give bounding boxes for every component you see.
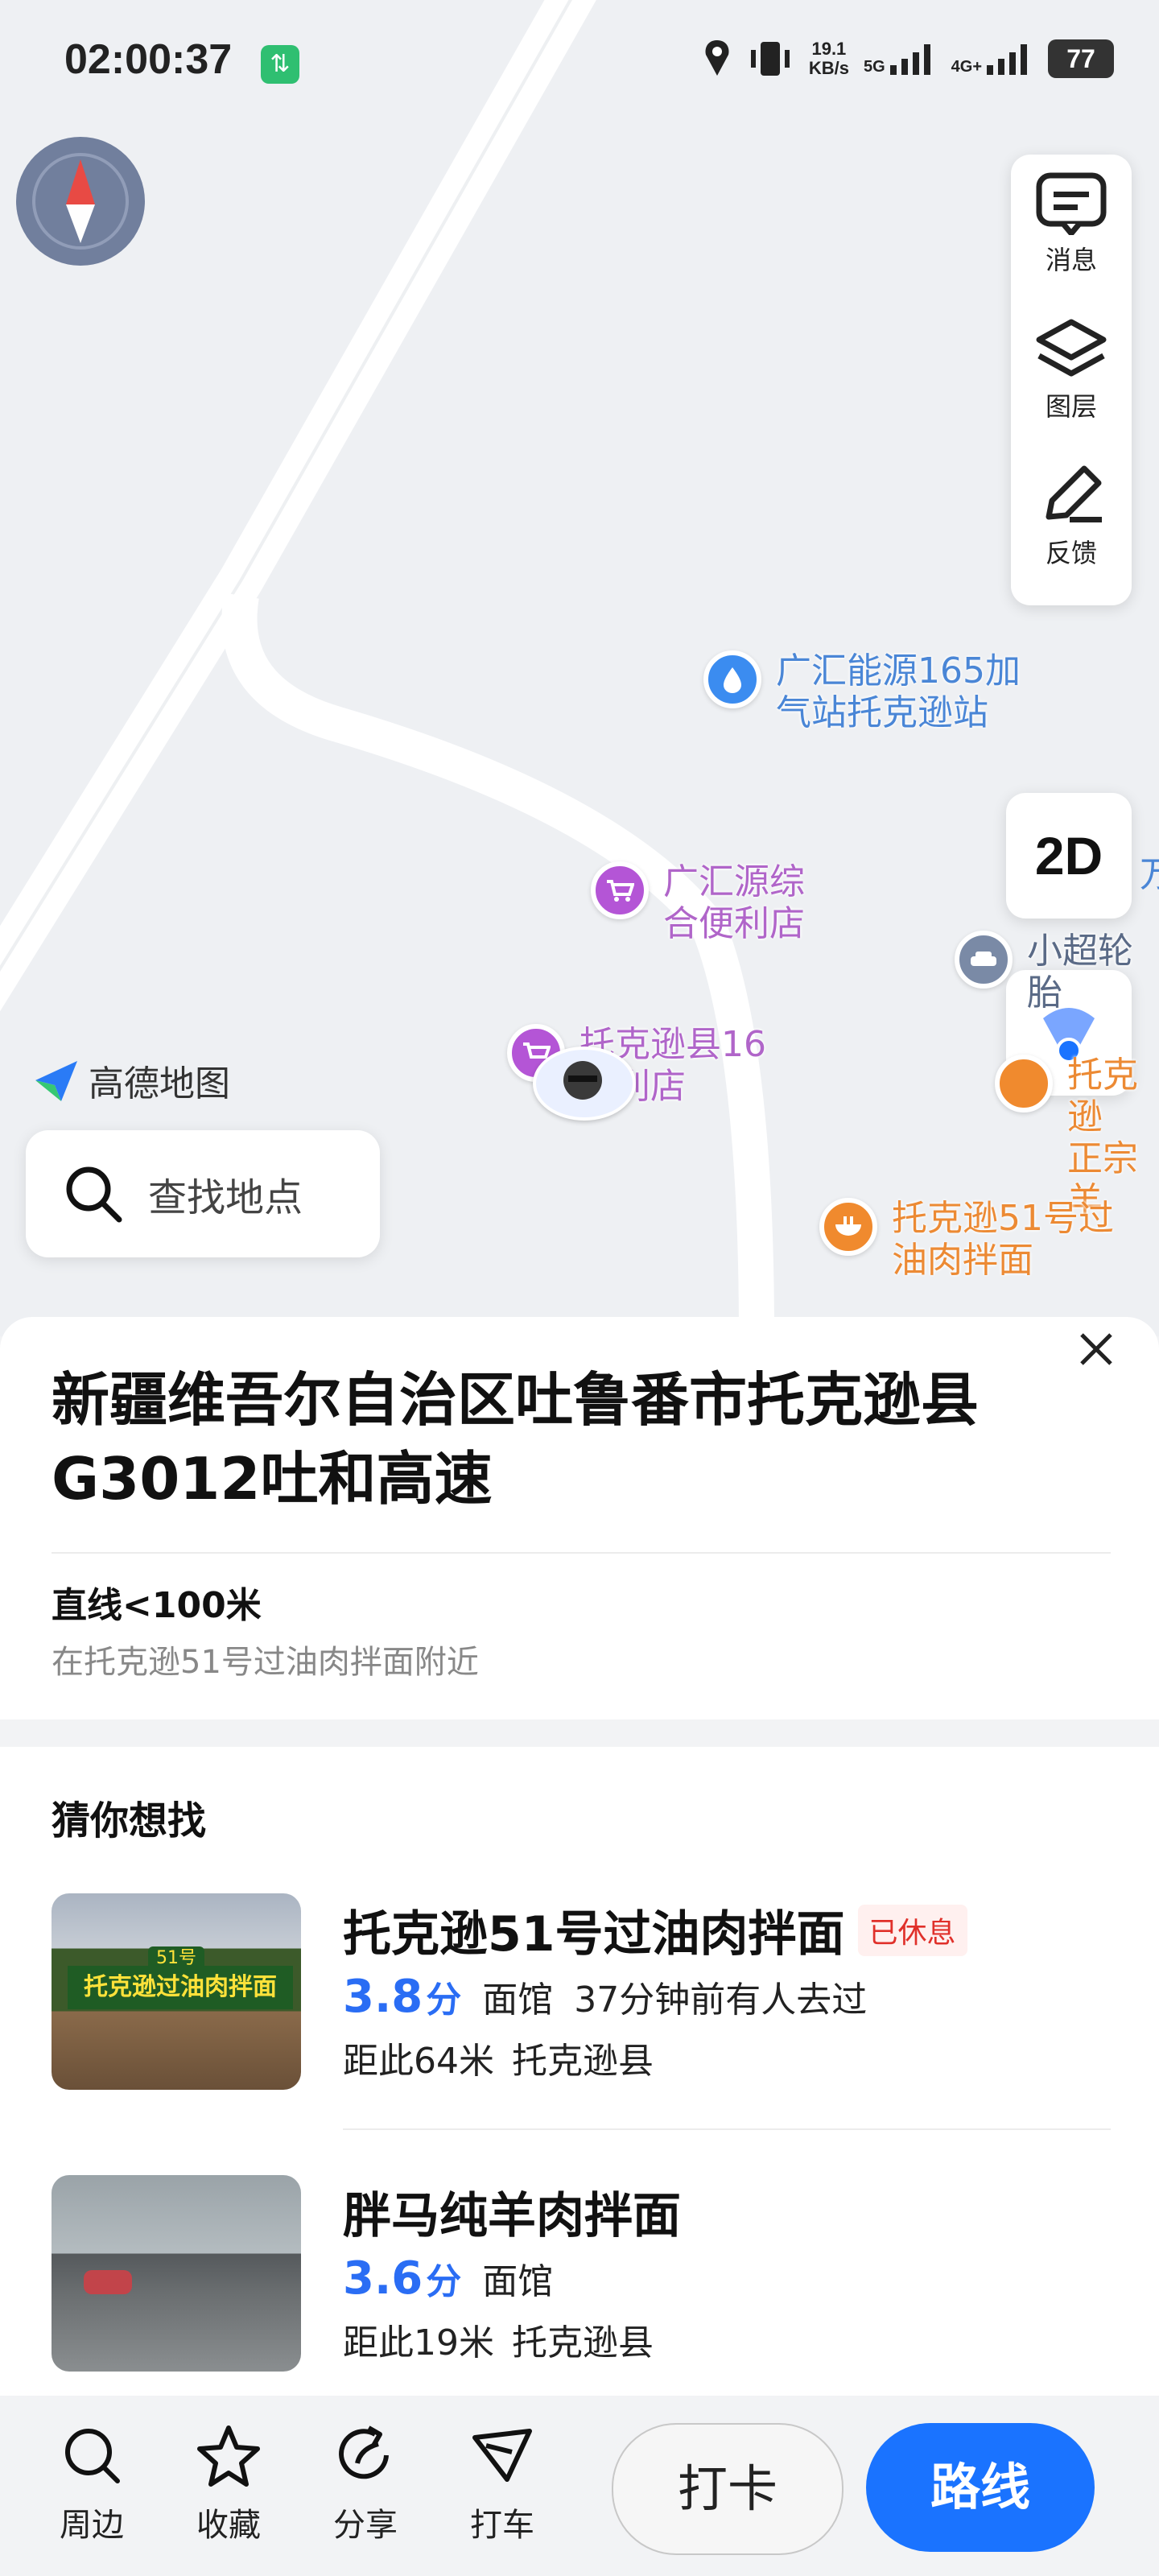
divider (52, 1552, 1111, 1554)
poi-partial-label: 万 (1140, 854, 1159, 895)
rating-value: 3.8 (343, 1971, 423, 2023)
map-view[interactable]: 02:00:37 ⇅ 19.1 KB/s 5G 4G+ 77 消息 图层 反馈 … (0, 0, 1159, 1336)
status-icons: 19.1 KB/s 5G 4G+ 77 (703, 39, 1114, 79)
poi-convenience-store[interactable]: 广汇源综 合便利店 (591, 861, 805, 945)
edit-pencil-icon (1046, 465, 1102, 522)
user-avatar[interactable] (533, 1046, 636, 1121)
fuel-icon (703, 650, 761, 708)
rating-unit: 分 (426, 1979, 462, 2021)
poi-gas-station[interactable]: 广汇能源165加 气站托克逊站 (703, 650, 1021, 734)
place-name: 胖马纯羊肉拌面 (343, 2188, 681, 2244)
visit-note: 37分钟前有人去过 (574, 1979, 868, 2021)
messages-button[interactable]: 消息 (1011, 155, 1132, 291)
compass-icon (32, 153, 129, 250)
shopping-cart-icon (591, 861, 649, 919)
route-button[interactable]: 路线 (866, 2423, 1095, 2552)
poi-partial-restaurant[interactable]: 托克逊 正宗羊 (995, 1055, 1159, 1222)
message-icon (1036, 172, 1107, 235)
area: 托克逊县 (512, 2041, 654, 2082)
location-status-icon (705, 40, 729, 76)
distance-text: 直线<100米 (52, 1585, 262, 1626)
suggestions-title: 猜你想找 (52, 1798, 207, 1843)
distance: 距此64米 (343, 2041, 494, 2082)
favorite-button[interactable]: 收藏 (180, 2423, 277, 2545)
rating-value: 3.6 (343, 2252, 423, 2305)
vpn-icon: ⇅ (261, 45, 299, 84)
network-speed: 19.1 KB/s (808, 39, 849, 78)
share-button[interactable]: 分享 (317, 2423, 414, 2545)
map-toolbar: 消息 图层 反馈 (1011, 155, 1132, 605)
location-address: 新疆维吾尔自治区吐鲁番市托克逊县G3012吐和高速 (52, 1366, 980, 1513)
search-icon (66, 1166, 122, 1223)
divider (343, 2128, 1111, 2130)
feedback-button[interactable]: 反馈 (1011, 448, 1132, 584)
checkin-button[interactable]: 打卡 (612, 2423, 843, 2555)
search-icon (65, 2429, 120, 2483)
view-mode-toggle[interactable]: 2D (1006, 793, 1132, 919)
nearby-text: 在托克逊51号过油肉拌面附近 (52, 1644, 479, 1681)
poi-noodle-shop[interactable]: 托克逊51号过 油肉拌面 (819, 1198, 1114, 1282)
list-item[interactable]: 胖马纯羊肉拌面 3.6 分 面馆 距此19米 托克逊县 (52, 2175, 1111, 2376)
vibrate-icon (750, 42, 790, 76)
status-badge: 已休息 (857, 1904, 967, 1956)
restaurant-icon (995, 1055, 1053, 1113)
area: 托克逊县 (512, 2322, 654, 2363)
signal-bars-icon (987, 44, 1027, 75)
place-photo (52, 2175, 301, 2372)
sign-badge: 51号 (148, 1946, 204, 1971)
compass-button[interactable] (16, 137, 145, 266)
search-placeholder: 查找地点 (148, 1175, 303, 1220)
star-icon (197, 2425, 260, 2487)
car-shape (84, 2270, 132, 2294)
sign-text: 托克逊过油肉拌面 (68, 1966, 293, 2009)
amap-logo-icon (35, 1061, 77, 1101)
taxi-icon (472, 2429, 532, 2482)
signal-5g: 5G (864, 43, 937, 75)
bowl-icon (819, 1198, 877, 1256)
search-box[interactable]: 查找地点 (26, 1130, 380, 1257)
poi-tire-shop[interactable]: 小超轮胎 (955, 931, 1159, 1014)
amap-logo: 高德地图 (32, 1055, 230, 1106)
signal-4g: 4G+ (951, 43, 1033, 75)
avatar (563, 1061, 602, 1100)
nearby-button[interactable]: 周边 (43, 2423, 140, 2545)
car-icon (955, 931, 1013, 989)
place-name: 托克逊51号过油肉拌面 (343, 1906, 845, 1963)
status-time: 02:00:37 (64, 36, 233, 83)
layers-icon (1036, 319, 1107, 377)
layers-button[interactable]: 图层 (1011, 301, 1132, 438)
share-icon (339, 2425, 389, 2479)
signal-bars-icon (889, 44, 930, 75)
battery-indicator: 77 (1048, 39, 1114, 78)
distance: 距此19米 (343, 2322, 494, 2363)
category: 面馆 (482, 1979, 554, 2021)
rating-unit: 分 (426, 2261, 462, 2302)
category: 面馆 (482, 2261, 554, 2302)
list-item[interactable]: 托克逊过油肉拌面 51号 托克逊51号过油肉拌面 已休息 3.8 分 面馆 37… (52, 1893, 1111, 2095)
taxi-button[interactable]: 打车 (454, 2423, 551, 2545)
place-photo: 托克逊过油肉拌面 51号 (52, 1893, 301, 2090)
